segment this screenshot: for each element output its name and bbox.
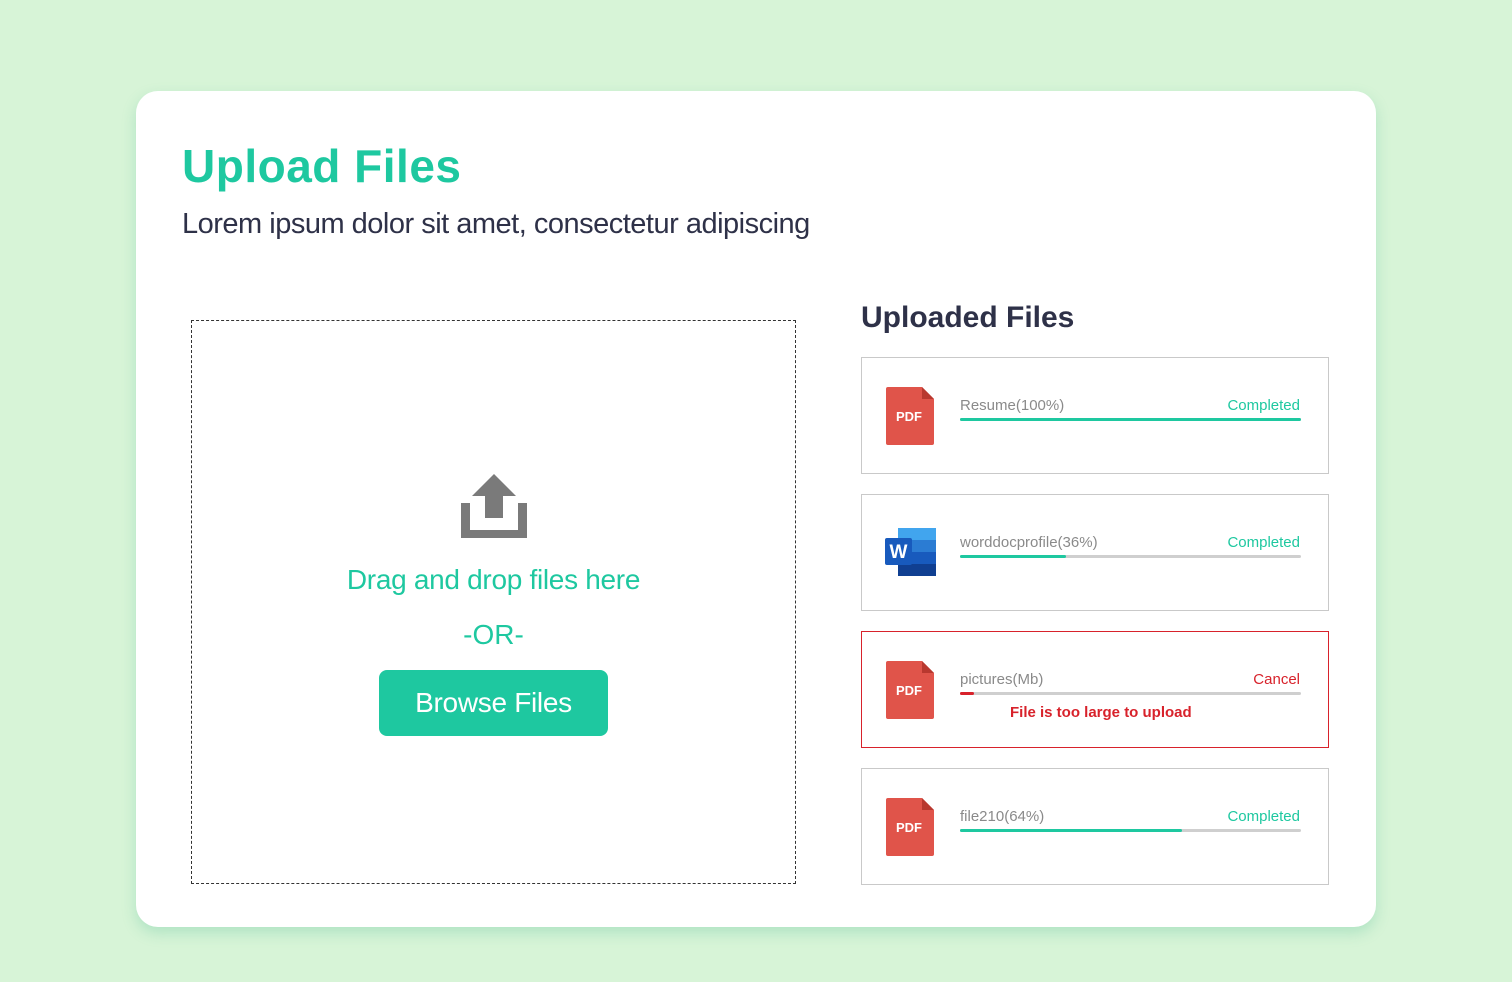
- progress-fill: [960, 829, 1182, 832]
- file-name: worddocprofile(36%): [960, 534, 1098, 551]
- browse-files-button[interactable]: Browse Files: [379, 670, 608, 736]
- file-status: Completed: [1227, 397, 1300, 414]
- progress-fill: [960, 418, 1301, 421]
- file-status: Completed: [1227, 534, 1300, 551]
- uploaded-files-heading: Uploaded Files: [861, 301, 1075, 334]
- progress-bar: [960, 829, 1301, 832]
- page-title: Upload Files: [182, 140, 462, 192]
- file-item: PDF Resume(100%) Completed: [861, 357, 1329, 474]
- word-file-icon: W: [885, 528, 936, 576]
- or-divider-text: -OR-: [463, 619, 524, 650]
- drag-drop-text: Drag and drop files here: [346, 564, 641, 595]
- file-item-error: PDF pictures(Mb) Cancel File is too larg…: [861, 631, 1329, 748]
- file-item: PDF file210(64%) Completed: [861, 768, 1329, 885]
- uploaded-files-list: PDF Resume(100%) Completed W worddocprof…: [861, 357, 1329, 905]
- progress-bar: [960, 418, 1301, 421]
- progress-bar: [960, 555, 1301, 558]
- progress-fill: [960, 692, 974, 695]
- svg-text:PDF: PDF: [896, 683, 922, 698]
- progress-fill: [960, 555, 1066, 558]
- progress-bar: [960, 692, 1301, 695]
- svg-text:PDF: PDF: [896, 409, 922, 424]
- pdf-file-icon: PDF: [886, 661, 934, 719]
- pdf-file-icon: PDF: [886, 798, 934, 856]
- page-subtitle: Lorem ipsum dolor sit amet, consectetur …: [182, 208, 810, 240]
- pdf-file-icon: PDF: [886, 387, 934, 445]
- error-message: File is too large to upload: [1010, 704, 1192, 721]
- file-item: W worddocprofile(36%) Completed: [861, 494, 1329, 611]
- file-name: pictures(Mb): [960, 671, 1044, 688]
- upload-icon: [461, 474, 527, 538]
- file-status: Completed: [1227, 808, 1300, 825]
- svg-text:W: W: [890, 542, 908, 563]
- file-name: file210(64%): [960, 808, 1045, 825]
- file-name: Resume(100%): [960, 397, 1065, 414]
- upload-card: Upload Files Lorem ipsum dolor sit amet,…: [136, 91, 1376, 927]
- svg-text:PDF: PDF: [896, 820, 922, 835]
- drop-zone[interactable]: Drag and drop files here -OR- Browse Fil…: [191, 320, 796, 884]
- cancel-upload-button[interactable]: Cancel: [1253, 671, 1300, 688]
